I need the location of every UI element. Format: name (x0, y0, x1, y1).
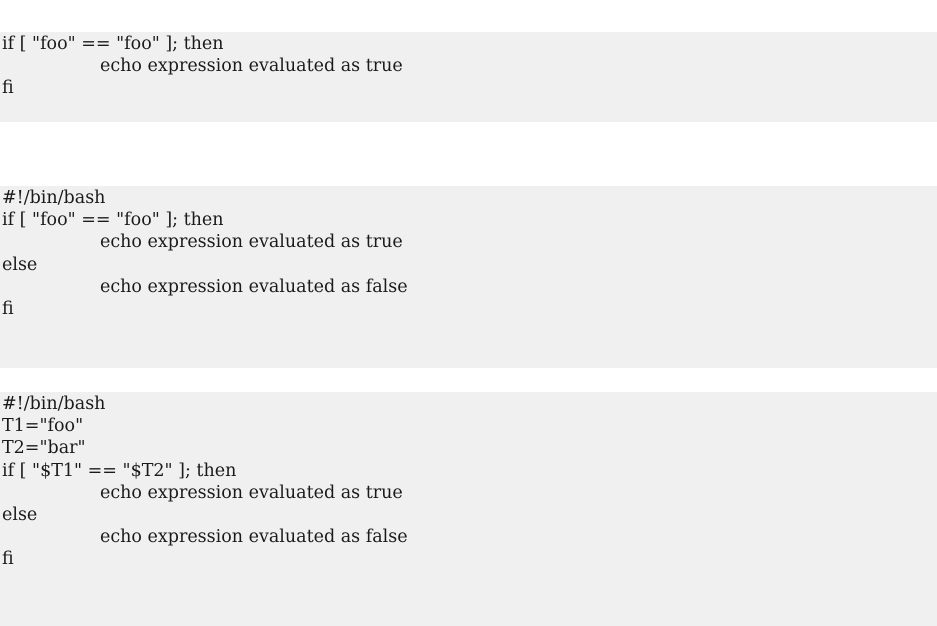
code-line: echo expression evaluated as true (100, 232, 403, 253)
code-line: T1="foo" (2, 416, 84, 437)
code-line: if [ "$T1" == "$T2" ]; then (2, 460, 237, 481)
code-line: #!/bin/bash (2, 394, 106, 414)
code-block-variables-compare: #!/bin/bash T1="foo" T2="bar" if [ "$T1"… (0, 392, 937, 626)
code-line: T2="bar" (2, 438, 86, 459)
code-line: echo expression evaluated as true (100, 56, 403, 77)
code-line: fi (2, 78, 14, 99)
code-block-if-then-else: #!/bin/bash if [ "foo" == "foo" ]; then … (0, 186, 937, 368)
code-line: fi (2, 549, 14, 570)
code-line: else (2, 504, 38, 525)
code-block-if-then: if [ "foo" == "foo" ]; then echo express… (0, 32, 937, 122)
code-line: else (2, 254, 38, 275)
code-line: echo expression evaluated as false (100, 527, 408, 548)
code-line: echo expression evaluated as true (100, 482, 403, 503)
code-line: #!/bin/bash (2, 188, 106, 208)
code-line: echo expression evaluated as false (100, 276, 408, 297)
code-line: if [ "foo" == "foo" ]; then (2, 210, 224, 231)
code-line: fi (2, 298, 14, 319)
code-line: if [ "foo" == "foo" ]; then (2, 34, 224, 54)
